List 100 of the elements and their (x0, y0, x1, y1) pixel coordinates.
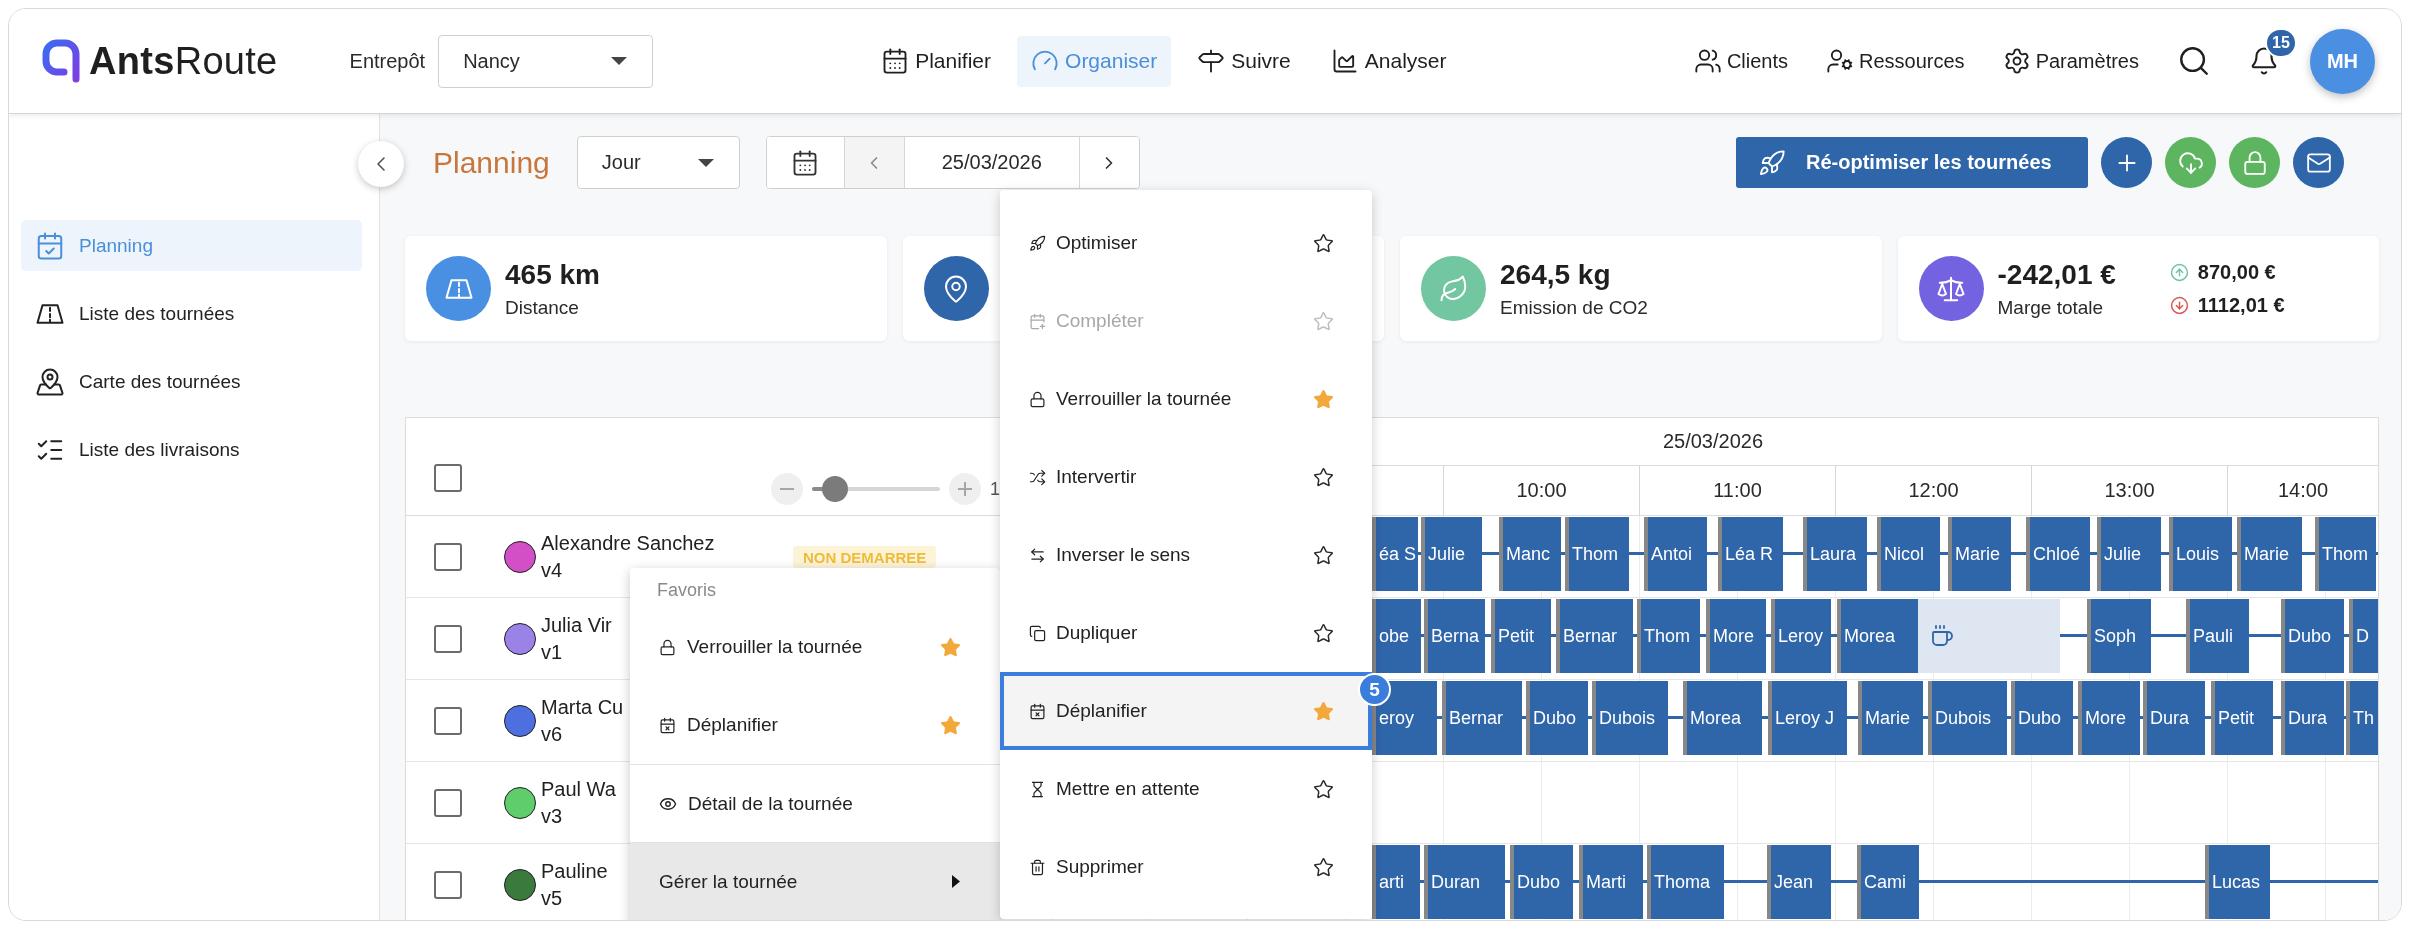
stop-block[interactable]: Berna (1424, 599, 1485, 673)
stop-block[interactable]: Dubois (1928, 681, 2007, 755)
stop-block[interactable]: Dubo (2011, 681, 2073, 755)
stop-block[interactable]: More (1706, 599, 1766, 673)
menu-item[interactable]: Verrouiller la tournée (1000, 360, 1372, 438)
calendar-button[interactable] (766, 137, 845, 188)
stop-block[interactable]: Lucas (2205, 845, 2270, 919)
reoptimize-button[interactable]: Ré-optimiser les tournées (1736, 137, 2088, 188)
stop-block[interactable]: Léa R (1718, 517, 1783, 591)
stop-block[interactable]: obe (1372, 599, 1421, 673)
stop-block[interactable]: Antoi (1644, 517, 1707, 591)
stop-block[interactable]: Marie (1948, 517, 2011, 591)
row-checkbox[interactable] (434, 706, 462, 735)
star-icon[interactable] (1313, 388, 1334, 410)
stop-block[interactable]: Marie (2237, 517, 2302, 591)
stop-block[interactable]: Julie (1421, 517, 1482, 591)
stop-block[interactable]: Bernar (1556, 599, 1633, 673)
sidebar-item[interactable]: Liste des tournées (21, 288, 362, 339)
star-icon[interactable] (1313, 856, 1334, 878)
stop-block[interactable]: Cami (1857, 845, 1919, 919)
nav-tab[interactable]: Suivre (1183, 35, 1305, 87)
row-checkbox[interactable] (434, 542, 462, 571)
star-icon[interactable] (1313, 778, 1334, 800)
select-all-checkbox[interactable] (434, 464, 462, 492)
cloud-download-button[interactable] (2165, 137, 2216, 188)
stop-block[interactable]: Petit (1491, 599, 1551, 673)
lock-button[interactable] (2229, 137, 2280, 188)
stop-block[interactable]: Soph (2087, 599, 2151, 673)
stop-block[interactable]: Marie (1858, 681, 1923, 755)
zoom-slider[interactable] (812, 476, 940, 502)
nav-link[interactable]: Clients (1693, 47, 1788, 75)
stop-block[interactable]: Bernar (1442, 681, 1522, 755)
menu-item[interactable]: Détail de la tournée (630, 764, 1000, 842)
stop-block[interactable]: Pauli (2186, 599, 2249, 673)
sidebar-item[interactable]: Planning (21, 220, 362, 271)
stop-block[interactable]: Leroy J (1768, 681, 1847, 755)
avatar[interactable]: MH (2310, 28, 2375, 94)
stop-block[interactable]: Duran (1424, 845, 1505, 919)
stop-block[interactable]: Dubois (1592, 681, 1668, 755)
nav-tab[interactable]: Planifier (867, 35, 1006, 87)
stop-block[interactable]: Thom (1565, 517, 1629, 591)
star-icon[interactable] (1313, 622, 1334, 644)
stop-block[interactable]: Dura (2281, 681, 2344, 755)
calendar-x-icon (1029, 702, 1046, 720)
stop-block[interactable]: Julie (2097, 517, 2161, 591)
stop-block[interactable]: More (2078, 681, 2140, 755)
stop-block[interactable]: Morea (1837, 599, 1918, 673)
add-button[interactable] (2101, 137, 2152, 188)
stop-block[interactable]: Dura (2143, 681, 2205, 755)
menu-item[interactable]: Déplanifier (630, 686, 1000, 764)
star-icon[interactable] (1313, 466, 1334, 488)
stop-block[interactable]: Jean (1767, 845, 1831, 919)
stop-block[interactable]: Thoma (1647, 845, 1724, 919)
sidebar-item[interactable]: Carte des tournées (21, 356, 362, 407)
star-icon[interactable] (1313, 544, 1334, 566)
stop-block[interactable]: Laura (1803, 517, 1867, 591)
stop-block[interactable]: Thom (2315, 517, 2376, 591)
row-checkbox[interactable] (434, 788, 462, 817)
menu-item[interactable]: Inverser le sens (1000, 516, 1372, 594)
stop-block[interactable]: Morea (1683, 681, 1762, 755)
stop-block[interactable]: éa S (1372, 517, 1418, 591)
stop-block[interactable]: Nicol (1877, 517, 1940, 591)
stop-block[interactable]: Th (2346, 681, 2378, 755)
nav-tab[interactable]: Organiser (1017, 35, 1172, 87)
stop-block[interactable]: Manc (1499, 517, 1561, 591)
stop-block[interactable]: Thom (1637, 599, 1700, 673)
sidebar-item[interactable]: Liste des livraisons (21, 424, 362, 475)
stop-block[interactable]: Louis (2169, 517, 2232, 591)
menu-item[interactable]: Optimiser (1000, 204, 1372, 282)
nav-tab[interactable]: Analyser (1316, 35, 1461, 87)
stop-block[interactable]: arti (1372, 845, 1420, 919)
users-icon (1693, 47, 1722, 75)
star-icon[interactable] (1313, 232, 1334, 254)
stop-block[interactable]: Leroy (1771, 599, 1831, 673)
menu-item[interactable]: Supprimer (1000, 828, 1372, 906)
mail-button[interactable] (2293, 137, 2344, 188)
row-checkbox[interactable] (434, 870, 462, 899)
search-icon[interactable] (2177, 44, 2211, 78)
star-icon[interactable] (940, 714, 961, 736)
stop-block[interactable]: Dubo (2281, 599, 2344, 673)
nav-link[interactable]: Paramètres (2002, 47, 2139, 75)
menu-item[interactable]: Dupliquer (1000, 594, 1372, 672)
bell-icon[interactable] (2249, 46, 2279, 76)
row-checkbox[interactable] (434, 624, 462, 653)
menu-item[interactable]: Verrouiller la tournée (630, 608, 1000, 686)
warehouse-select[interactable]: Nancy (438, 34, 654, 88)
menu-item[interactable]: Intervertir (1000, 438, 1372, 516)
stop-block[interactable]: D (2349, 599, 2378, 673)
stop-block[interactable]: Dubo (1526, 681, 1588, 755)
star-icon[interactable] (1313, 700, 1334, 722)
stop-block[interactable]: Chloé (2026, 517, 2090, 591)
stop-block[interactable]: Petit (2211, 681, 2273, 755)
menu-item[interactable]: Gérer la tournée (630, 842, 1000, 920)
slider-thumb[interactable] (822, 476, 848, 502)
menu-item[interactable]: Mettre en attente (1000, 750, 1372, 828)
stop-block[interactable]: Marti (1579, 845, 1643, 919)
nav-link[interactable]: Ressources (1826, 47, 1965, 75)
view-select[interactable]: Jour (576, 136, 740, 189)
stop-block[interactable]: Dubo (1510, 845, 1573, 919)
star-icon[interactable] (940, 636, 961, 658)
